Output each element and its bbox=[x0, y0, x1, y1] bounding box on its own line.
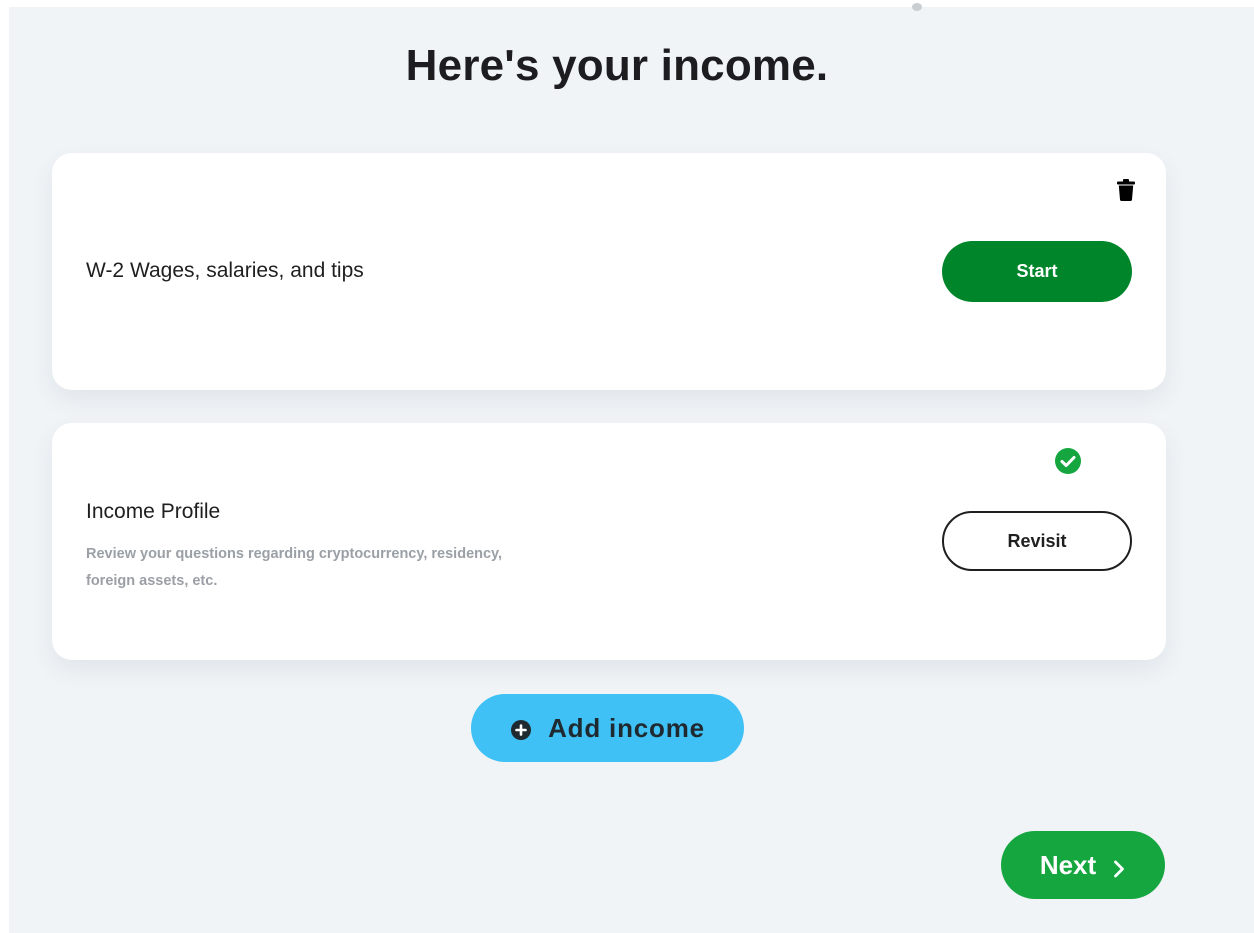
income-card-w2: W-2 Wages, salaries, and tips Start bbox=[52, 153, 1166, 390]
income-item-title: Income Profile bbox=[86, 500, 221, 523]
revisit-button[interactable]: Revisit bbox=[942, 511, 1132, 571]
page-title: Here's your income. bbox=[405, 41, 829, 90]
income-page: Here's your income. W-2 Wages, salaries,… bbox=[9, 3, 1254, 933]
check-circle-icon bbox=[1055, 448, 1081, 474]
income-item-title: W-2 Wages, salaries, and tips bbox=[86, 259, 364, 282]
next-button[interactable]: Next bbox=[1001, 831, 1165, 899]
add-income-button[interactable]: Add income bbox=[471, 694, 744, 762]
income-card-profile: Income Profile Review your questions reg… bbox=[52, 423, 1166, 660]
plus-circle-icon bbox=[510, 717, 532, 740]
next-label: Next bbox=[1039, 849, 1097, 880]
start-button[interactable]: Start bbox=[942, 241, 1132, 302]
scroll-indicator bbox=[912, 3, 922, 11]
chevron-right-icon bbox=[1112, 855, 1126, 878]
trash-icon[interactable] bbox=[1117, 179, 1135, 201]
income-item-description: Review your questions regarding cryptocu… bbox=[86, 546, 503, 589]
add-income-label: Add income bbox=[548, 712, 705, 743]
